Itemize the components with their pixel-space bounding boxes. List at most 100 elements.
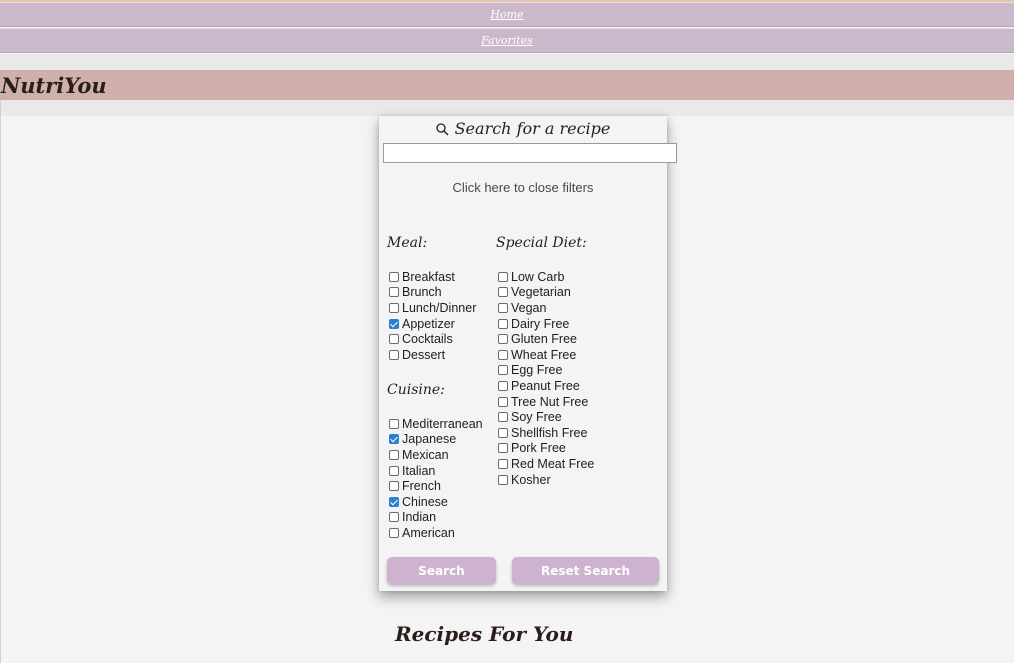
filter-option-label: Vegetarian	[511, 285, 571, 300]
checkbox-checked[interactable]	[389, 318, 399, 329]
filter-option-label: Dessert	[402, 347, 446, 362]
filter-option-diet[interactable]: Shellfish Free	[496, 425, 594, 441]
filter-option-diet[interactable]: Low Carb	[496, 269, 594, 285]
filter-option-label: French	[402, 479, 441, 494]
checkbox[interactable]	[498, 396, 508, 407]
left-border	[0, 100, 1, 663]
checkbox[interactable]	[498, 380, 508, 391]
filter-option-diet[interactable]: Vegan	[496, 300, 594, 316]
filter-option-diet[interactable]: Kosher	[496, 472, 594, 488]
checkbox[interactable]	[498, 412, 508, 423]
filter-option-meal[interactable]: Brunch	[387, 285, 476, 301]
filter-option-label: Breakfast	[402, 269, 455, 284]
search-icon	[435, 123, 449, 136]
filter-option-label: Mexican	[402, 447, 449, 462]
checkbox[interactable]	[389, 349, 399, 360]
filter-option-meal[interactable]: Dessert	[387, 347, 476, 363]
filter-option-diet[interactable]: Tree Nut Free	[496, 394, 594, 410]
filter-option-cuisine[interactable]: Mediterranean	[387, 416, 483, 432]
filter-option-meal[interactable]: Appetizer	[387, 316, 476, 332]
checkbox[interactable]	[498, 349, 508, 360]
checkbox[interactable]	[389, 512, 399, 523]
filter-option-label: Japanese	[402, 432, 457, 447]
filter-option-label: Gluten Free	[511, 332, 578, 347]
filter-option-cuisine[interactable]: Japanese	[387, 432, 483, 448]
recipes-heading: Recipes For You	[395, 622, 574, 646]
filter-option-cuisine[interactable]: Indian	[387, 510, 483, 526]
cuisine-heading: Cuisine:	[387, 382, 445, 398]
brand-header: NutriYou	[0, 70, 1014, 100]
filter-option-cuisine[interactable]: Mexican	[387, 447, 483, 463]
checkbox[interactable]	[498, 365, 508, 376]
filter-option-meal[interactable]: Lunch/Dinner	[387, 300, 476, 316]
checkbox[interactable]	[389, 449, 399, 460]
checkbox[interactable]	[498, 458, 508, 469]
filter-option-diet[interactable]: Soy Free	[496, 409, 594, 425]
diet-filter-list: Low Carb Vegetarian Vegan Dairy Free Gluten …	[496, 269, 594, 487]
filter-option-label: Wheat Free	[511, 347, 577, 362]
checkbox[interactable]	[389, 287, 399, 298]
checkbox[interactable]	[389, 418, 399, 429]
checkbox[interactable]	[498, 318, 508, 329]
checkbox[interactable]	[498, 474, 508, 485]
checkbox[interactable]	[389, 527, 399, 538]
filter-option-diet[interactable]: Egg Free	[496, 363, 594, 379]
filter-option-meal[interactable]: Cocktails	[387, 331, 476, 347]
filter-option-label: Kosher	[511, 472, 551, 487]
checkbox[interactable]	[389, 334, 399, 345]
search-title: Search for a recipe	[379, 118, 667, 140]
checkbox[interactable]	[389, 481, 399, 492]
meal-filter-list: Breakfast Brunch Lunch/Dinner Appetizer Cock…	[387, 269, 476, 363]
spacer-strip	[0, 100, 1014, 116]
checkbox-checked[interactable]	[389, 496, 399, 507]
filter-option-label: Tree Nut Free	[511, 394, 589, 409]
filter-option-diet[interactable]: Wheat Free	[496, 347, 594, 363]
checkbox[interactable]	[498, 287, 508, 298]
filter-option-label: Cocktails	[402, 332, 453, 347]
filter-option-label: Lunch/Dinner	[402, 300, 477, 315]
nav-link-home[interactable]: Home	[490, 8, 523, 21]
brand-logo-text: NutriYou	[1, 73, 107, 98]
filter-option-label: Chinese	[402, 494, 448, 509]
search-filter-panel: Search for a recipe Click here to close …	[379, 116, 677, 591]
filter-option-cuisine[interactable]: French	[387, 478, 483, 494]
search-input[interactable]	[383, 143, 677, 163]
filter-option-label: Egg Free	[511, 363, 563, 378]
checkbox[interactable]	[498, 427, 508, 438]
filter-option-label: American	[402, 525, 455, 540]
filter-option-label: Red Meat Free	[511, 456, 595, 471]
filter-option-label: Shellfish Free	[511, 425, 588, 440]
checkbox[interactable]	[389, 465, 399, 476]
checkbox[interactable]	[389, 271, 399, 282]
filter-option-diet[interactable]: Red Meat Free	[496, 456, 594, 472]
filter-option-label: Soy Free	[511, 410, 562, 425]
filter-option-diet[interactable]: Pork Free	[496, 441, 594, 457]
checkbox[interactable]	[389, 302, 399, 313]
filter-option-diet[interactable]: Dairy Free	[496, 316, 594, 332]
checkbox[interactable]	[498, 302, 508, 313]
nav-link-favorites[interactable]: Favorites	[481, 34, 533, 47]
reset-search-button[interactable]: Reset Search	[512, 557, 659, 584]
filter-option-label: Italian	[402, 463, 436, 478]
filter-option-label: Vegan	[511, 300, 547, 315]
filter-option-diet[interactable]: Vegetarian	[496, 285, 594, 301]
filter-option-cuisine[interactable]: Italian	[387, 463, 483, 479]
search-title-text: Search for a recipe	[454, 119, 611, 138]
search-button[interactable]: Search	[387, 557, 496, 584]
filter-option-cuisine[interactable]: American	[387, 525, 483, 541]
filter-option-diet[interactable]: Gluten Free	[496, 331, 594, 347]
checkbox[interactable]	[498, 334, 508, 345]
filter-option-cuisine[interactable]: Chinese	[387, 494, 483, 510]
filter-option-label: Appetizer	[402, 316, 455, 331]
filter-option-meal[interactable]: Breakfast	[387, 269, 476, 285]
filter-option-label: Low Carb	[511, 269, 565, 284]
close-filters-link[interactable]: Click here to close filters	[379, 180, 667, 195]
cuisine-filter-list: Mediterranean Japanese Mexican Italian Frenc…	[387, 416, 483, 541]
checkbox[interactable]	[498, 443, 508, 454]
checkbox[interactable]	[498, 271, 508, 282]
filter-option-label: Indian	[402, 510, 437, 525]
checkbox-checked[interactable]	[389, 434, 399, 445]
filter-option-diet[interactable]: Peanut Free	[496, 378, 594, 394]
meal-heading: Meal:	[387, 235, 428, 251]
nav-bar-favorites: Favorites	[0, 28, 1014, 53]
